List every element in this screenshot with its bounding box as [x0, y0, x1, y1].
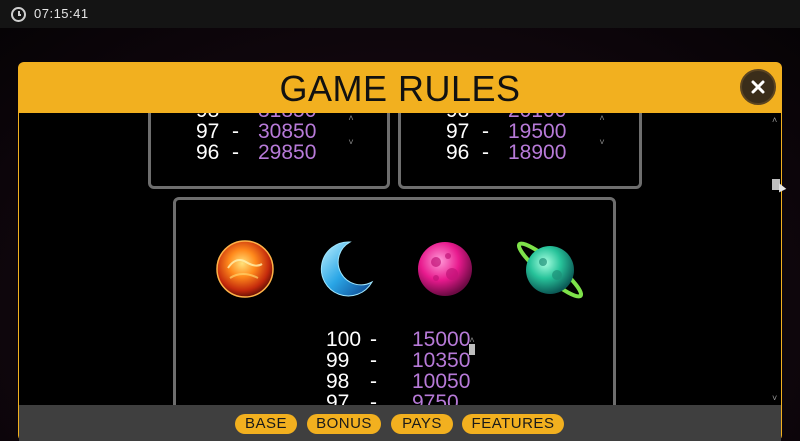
chevron-down-icon[interactable]: ˅: [598, 138, 606, 147]
symbol-count: 96: [446, 141, 470, 164]
row-dash: -: [370, 370, 377, 393]
modal-title: GAME RULES: [279, 68, 521, 109]
clock-icon: [11, 7, 26, 22]
payout-value: 15000: [412, 328, 471, 351]
payout-value: 9750: [412, 391, 459, 405]
panel-scrollbar[interactable]: ˄: [468, 336, 476, 376]
chevron-up-icon[interactable]: ˄: [598, 114, 606, 123]
row-dash: -: [482, 141, 489, 164]
rules-tab-bar: BASE BONUS PAYS FEATURES: [19, 405, 781, 441]
scroll-thumb[interactable]: [469, 344, 475, 355]
symbol-count: 97: [326, 391, 350, 405]
close-icon: [751, 80, 765, 94]
crescent-moon-icon: [320, 241, 374, 297]
chevron-up-icon[interactable]: ˄: [772, 115, 777, 125]
chevron-down-icon[interactable]: ˅: [772, 393, 777, 403]
symbol-count: 97: [196, 120, 220, 143]
chevron-up-icon[interactable]: ˄: [468, 336, 476, 345]
payout-value: 30850: [258, 120, 317, 143]
paytable-panel-main: 100 - 15000 99 - 10350 98 - 10050 97 - 9…: [173, 197, 616, 405]
main-scrollbar[interactable]: ˄ ˅: [771, 113, 781, 405]
ringed-planet-icon: [516, 241, 584, 299]
row-dash: -: [370, 349, 377, 372]
chevron-down-icon[interactable]: ˅: [347, 138, 355, 147]
payout-value: 10050: [412, 370, 471, 393]
row-dash: -: [370, 391, 377, 405]
status-bar: 07:15:41: [0, 0, 800, 28]
symbol-count: 98: [326, 370, 350, 393]
pink-planet-icon: [418, 242, 472, 296]
panel-scrollbar[interactable]: ˄ ˅: [598, 114, 606, 154]
symbol-row: [176, 234, 613, 304]
chevron-up-icon[interactable]: ˄: [347, 114, 355, 123]
tab-features[interactable]: FEATURES: [462, 414, 564, 434]
payout-value: 29850: [258, 141, 317, 164]
tab-pays[interactable]: PAYS: [391, 414, 453, 434]
rules-content[interactable]: 98 - 31850 97 - 30850 96 - 29850 ˄ ˅ 98: [19, 113, 781, 405]
symbol-count: 100: [326, 328, 362, 351]
payout-value: 18900: [508, 141, 567, 164]
symbol-count: 99: [326, 349, 350, 372]
symbol-count: 97: [446, 120, 470, 143]
row-dash: -: [232, 120, 239, 143]
row-dash: -: [482, 120, 489, 143]
tab-bonus[interactable]: BONUS: [307, 414, 381, 434]
tab-base[interactable]: BASE: [235, 414, 297, 434]
payout-value: 10350: [412, 349, 471, 372]
symbol-count: 96: [196, 141, 220, 164]
payout-value: 19500: [508, 120, 567, 143]
paytable-panel-right: 98 - 20100 97 - 19500 96 - 18900 ˄ ˅: [398, 113, 642, 189]
clock-time: 07:15:41: [34, 6, 89, 21]
row-dash: -: [232, 141, 239, 164]
paytable-panel-left: 98 - 31850 97 - 30850 96 - 29850 ˄ ˅: [148, 113, 390, 189]
row-dash: -: [370, 328, 377, 351]
close-button[interactable]: [740, 69, 776, 105]
panel-scrollbar[interactable]: ˄ ˅: [347, 114, 355, 154]
fire-planet-icon: [216, 240, 274, 298]
